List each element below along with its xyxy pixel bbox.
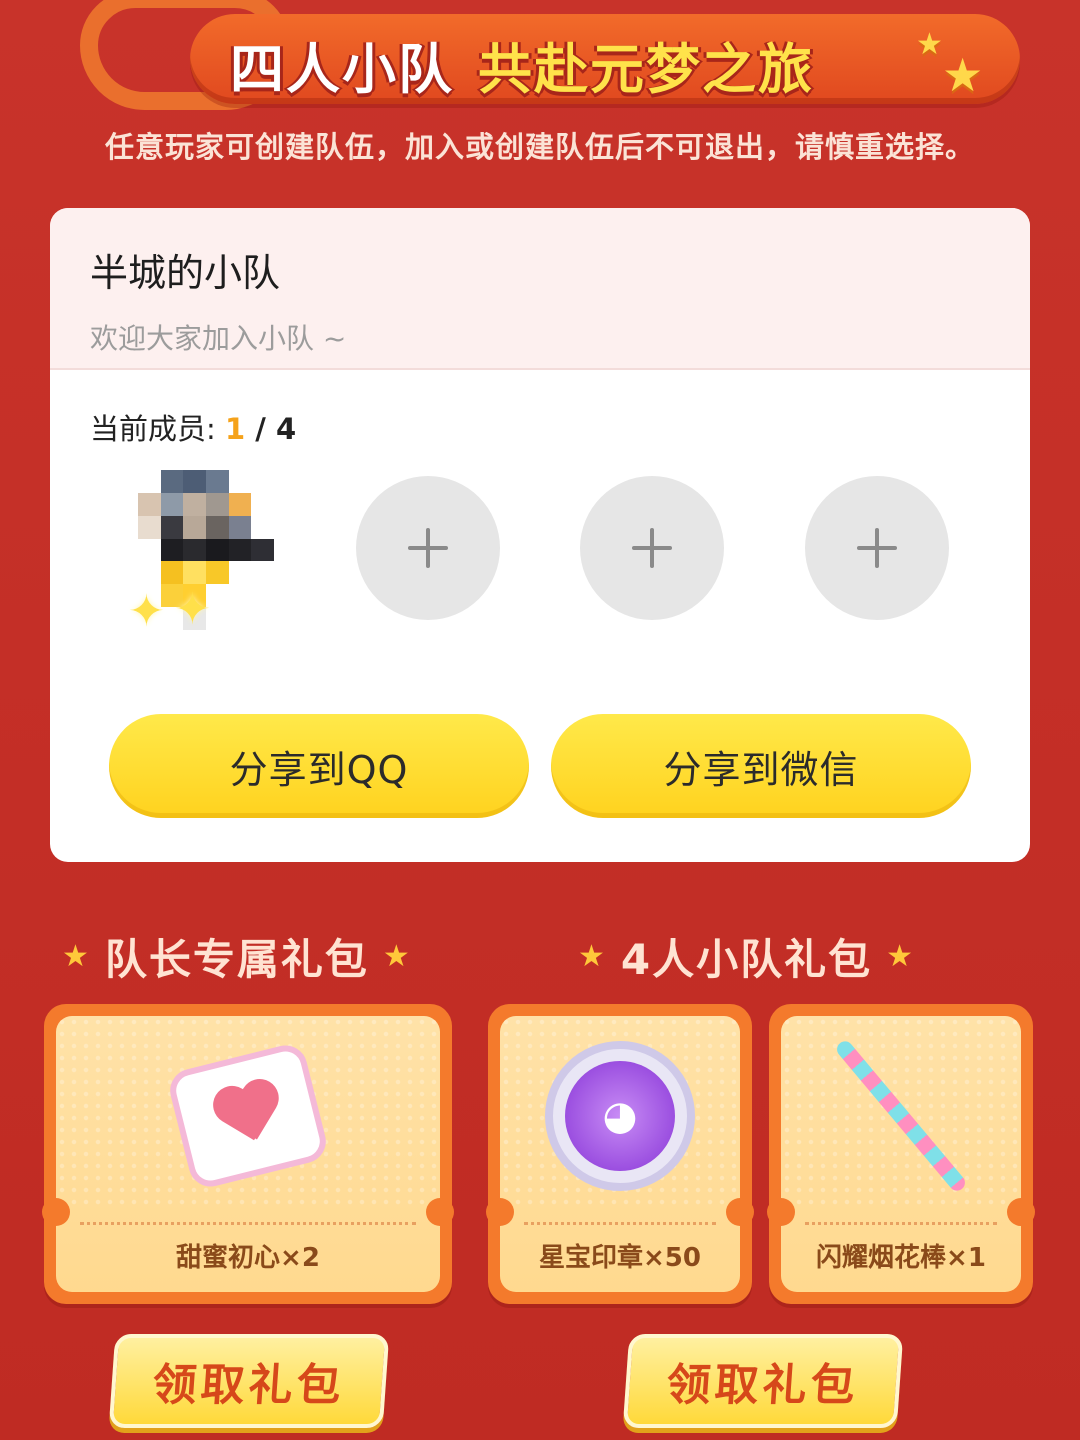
invite-slot[interactable] (580, 476, 724, 620)
divider (80, 1222, 416, 1225)
title-part-2: 共赴元梦之旅 (478, 37, 814, 101)
header-banner: 四人小队 共赴元梦之旅 ★ ★ (80, 0, 1020, 110)
member-count-separator: / (245, 412, 276, 446)
squad-gift-title: ★ 4人小队礼包 ★ (578, 926, 915, 986)
member-count-total: 4 (275, 412, 297, 446)
star-icon: ★ (942, 48, 984, 102)
avatar[interactable]: ✦ ✦ (118, 470, 278, 670)
sparkle-icon: ✦ (128, 586, 165, 637)
plus-icon (408, 528, 448, 568)
member-count: 当前成员: 1 / 4 (90, 406, 296, 448)
gift-card-squad-2: 闪耀烟花棒×1 (767, 1004, 1035, 1304)
invite-slot[interactable] (805, 476, 949, 620)
gift-item-label: 闪耀烟花棒×1 (816, 1243, 986, 1273)
sparkle-icon: ✦ (174, 584, 211, 635)
gift-item-label: 星宝印章×50 (539, 1243, 701, 1273)
team-description: 欢迎大家加入小队 ~ (90, 322, 347, 355)
member-count-label: 当前成员: (90, 412, 225, 446)
plus-icon (857, 528, 897, 568)
member-count-current: 1 (225, 412, 246, 446)
gift-item-label: 甜蜜初心×2 (176, 1243, 320, 1273)
leader-gift-title: ★ 队长专属礼包 ★ (62, 926, 412, 986)
claim-squad-gift-button[interactable]: 领取礼包 (622, 1334, 904, 1428)
page-title: 四人小队 共赴元梦之旅 (230, 24, 950, 104)
star-icon: ★ (916, 27, 943, 62)
plus-icon (632, 528, 672, 568)
star-seal-icon: ◕ (545, 1041, 695, 1191)
invite-slot[interactable] (356, 476, 500, 620)
gift-card-squad-1: ◕ 星宝印章×50 (486, 1004, 754, 1304)
share-qq-button[interactable]: 分享到QQ (109, 714, 529, 818)
divider (805, 1222, 997, 1225)
star-icon: ★ (382, 938, 412, 974)
title-part-1: 四人小队 (230, 37, 454, 101)
leader-gift-title-text: 队长专属礼包 (104, 934, 369, 984)
share-wechat-button[interactable]: 分享到微信 (551, 714, 971, 818)
gift-card-leader: 甜蜜初心×2 (42, 1004, 454, 1304)
star-icon: ★ (886, 938, 916, 974)
team-header: 半城的小队 欢迎大家加入小队 ~ (50, 208, 1030, 370)
candy-heart-icon (165, 1040, 331, 1192)
divider (524, 1222, 716, 1225)
page-subtitle: 任意玩家可创建队伍，加入或创建队伍后不可退出，请慎重选择。 (104, 130, 975, 164)
team-card: 半城的小队 欢迎大家加入小队 ~ 当前成员: 1 / 4 ✦ ✦ 分享到QQ 分… (50, 208, 1030, 862)
star-icon: ★ (578, 938, 607, 974)
team-name: 半城的小队 (90, 251, 281, 295)
star-icon: ★ (62, 938, 91, 974)
squad-gift-title-text: 4人小队礼包 (620, 934, 873, 984)
claim-leader-gift-button[interactable]: 领取礼包 (108, 1334, 390, 1428)
firework-stick-icon (833, 1021, 969, 1211)
